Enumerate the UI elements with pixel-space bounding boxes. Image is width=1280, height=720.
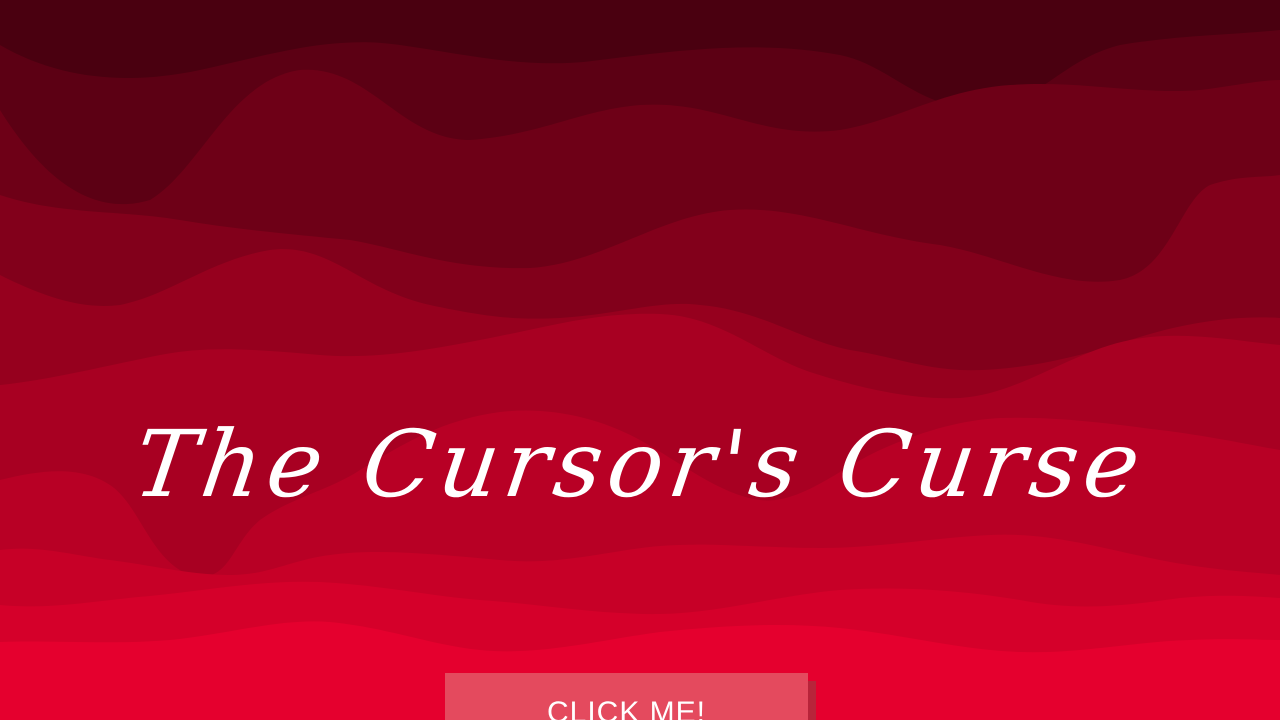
title-screen: The Cursor's Curse CLICK ME! [0, 0, 1280, 720]
game-title: The Cursor's Curse [127, 411, 1153, 518]
click-button-container: CLICK ME! [445, 673, 820, 720]
click-me-button[interactable]: CLICK ME! [445, 673, 808, 720]
wave-background [0, 0, 1280, 720]
